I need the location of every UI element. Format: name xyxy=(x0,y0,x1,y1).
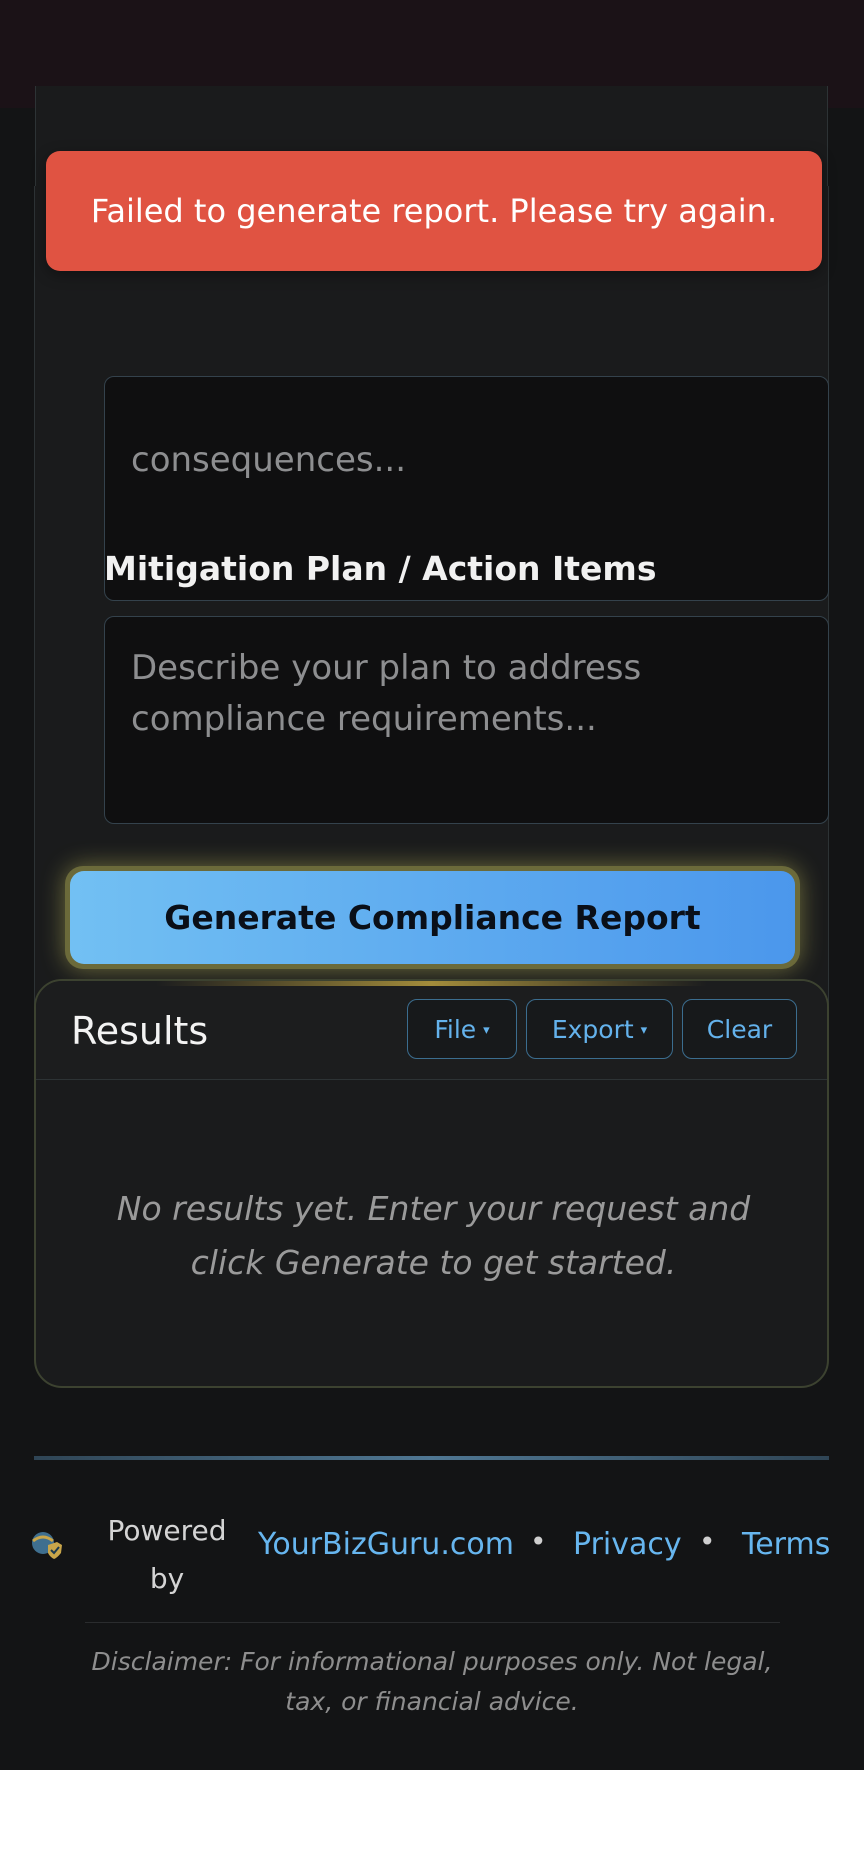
results-card: Results File ▾ Export ▾ Clear No results… xyxy=(34,979,829,1388)
clear-button[interactable]: Clear xyxy=(682,999,797,1059)
powered-by-text: Powered by xyxy=(107,1514,227,1595)
file-label: File xyxy=(434,1014,477,1044)
mitigation-textarea[interactable]: Describe your plan to address compliance… xyxy=(104,616,829,824)
compliance-form-card: consequences... Mitigation Plan / Action… xyxy=(34,86,829,1035)
results-accent-line xyxy=(156,981,707,986)
error-toast[interactable]: Failed to generate report. Please try ag… xyxy=(46,151,822,271)
footer-links-row: Powered by YourBizGuru.com • Privacy • T… xyxy=(0,1501,864,1595)
terms-link[interactable]: Terms xyxy=(742,1527,830,1562)
privacy-link[interactable]: Privacy xyxy=(573,1527,682,1562)
footer-divider xyxy=(34,1456,829,1460)
export-label: Export xyxy=(551,1014,634,1044)
export-menu-button[interactable]: Export ▾ xyxy=(526,999,673,1059)
footer-separator-line xyxy=(85,1622,780,1623)
disclaimer-text: Disclaimer: For informational purposes o… xyxy=(91,1647,773,1716)
impact-placeholder: consequences... xyxy=(131,440,407,480)
chevron-down-icon: ▾ xyxy=(483,1022,490,1038)
results-empty-message: No results yet. Enter your request and c… xyxy=(116,1189,751,1282)
generate-report-button[interactable]: Generate Compliance Report xyxy=(70,871,795,964)
results-title: Results xyxy=(71,1009,209,1053)
footer-separator: • xyxy=(530,1525,547,1558)
page-body: consequences... Mitigation Plan / Action… xyxy=(0,86,864,1770)
footer-separator: • xyxy=(699,1525,716,1558)
mitigation-placeholder: Describe your plan to address compliance… xyxy=(131,648,642,739)
shield-globe-icon xyxy=(32,1532,62,1559)
results-header: Results File ▾ Export ▾ Clear xyxy=(36,981,827,1080)
chevron-down-icon: ▾ xyxy=(640,1022,648,1038)
mitigation-label: Mitigation Plan / Action Items xyxy=(104,549,657,588)
site-link[interactable]: YourBizGuru.com xyxy=(258,1527,514,1562)
file-menu-button[interactable]: File ▾ xyxy=(407,999,517,1059)
